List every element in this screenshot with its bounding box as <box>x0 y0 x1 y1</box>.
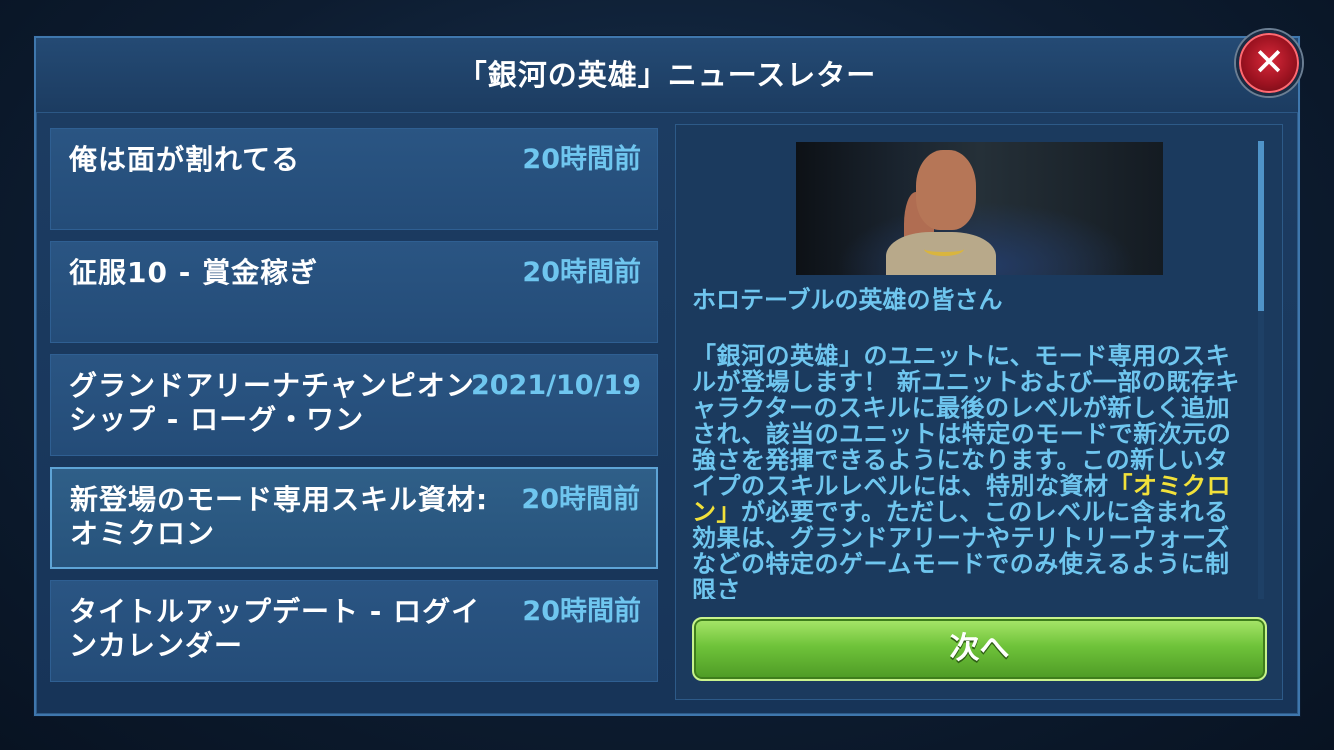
article-panel: ホロテーブルの英雄の皆さん 「銀河の英雄」のユニットに、モード専用のスキルが登場… <box>675 124 1283 700</box>
news-item-selected[interactable]: 新登場のモード専用スキル資材: オミクロン 20時間前 <box>50 467 658 569</box>
news-item[interactable]: タイトルアップデート - ログインカレンダー 20時間前 <box>50 580 658 682</box>
article-body: 「銀河の英雄」のユニットに、モード専用のスキルが登場します！ 新ユニットおよび一… <box>692 343 1252 599</box>
close-button[interactable]: ✕ <box>1236 30 1302 96</box>
news-item-title: グランドアリーナチャンピオンシップ - ローグ・ワン <box>69 369 475 436</box>
article-scrollbar[interactable] <box>1258 141 1264 599</box>
news-item-title: 俺は面が割れてる <box>69 143 301 176</box>
dialog-title: 「銀河の英雄」ニュースレター <box>457 58 877 92</box>
news-item[interactable]: 征服10 - 賞金稼ぎ 20時間前 <box>50 241 658 343</box>
news-item-time: 20時間前 <box>522 144 641 175</box>
news-item-time: 20時間前 <box>522 257 641 288</box>
article-banner-image <box>796 142 1163 275</box>
next-button[interactable]: 次へ <box>692 617 1267 681</box>
article-text-area[interactable]: ホロテーブルの英雄の皆さん 「銀河の英雄」のユニットに、モード専用のスキルが登場… <box>692 285 1252 599</box>
news-item-title: タイトルアップデート - ログインカレンダー <box>69 595 481 662</box>
article-heading: ホロテーブルの英雄の皆さん <box>692 286 1003 314</box>
news-list: 俺は面が割れてる 20時間前 征服10 - 賞金稼ぎ 20時間前 グランドアリー… <box>50 128 658 688</box>
news-item-title: 新登場のモード専用スキル資材: オミクロン <box>70 483 489 550</box>
news-item-title: 征服10 - 賞金稼ぎ <box>69 256 319 289</box>
scroll-thumb[interactable] <box>1258 141 1264 311</box>
banner-necklace <box>924 242 964 256</box>
title-bar: 「銀河の英雄」ニュースレター <box>36 38 1298 113</box>
article-body-part2: が必要です。ただし、このレベルに含まれる効果は、グランドアリーナやテリトリーウォ… <box>692 498 1230 599</box>
banner-character-head <box>916 150 976 230</box>
news-item[interactable]: 俺は面が割れてる 20時間前 <box>50 128 658 230</box>
news-item-time: 20時間前 <box>522 596 641 627</box>
close-icon: ✕ <box>1253 40 1285 84</box>
news-item-time: 20時間前 <box>521 484 640 515</box>
news-item-time: 2021/10/19 <box>470 370 641 401</box>
news-item[interactable]: グランドアリーナチャンピオンシップ - ローグ・ワン 2021/10/19 <box>50 354 658 456</box>
